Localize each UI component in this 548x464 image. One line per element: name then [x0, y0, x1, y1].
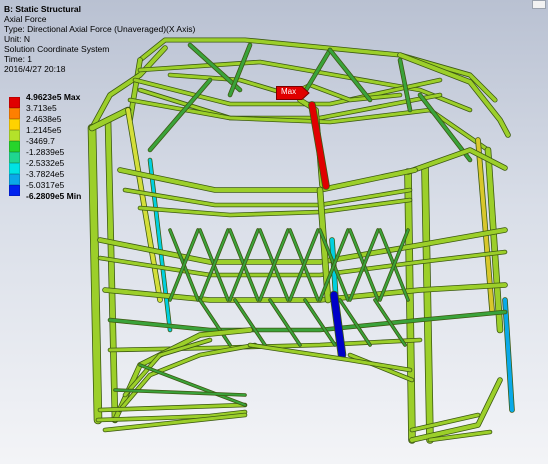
- deck-upper: [118, 168, 417, 192]
- max-probe-tag[interactable]: Max: [276, 86, 310, 100]
- legend-label: -2.5332e5: [26, 158, 65, 168]
- coordinate-system: Solution Coordinate System: [4, 44, 110, 54]
- lattice-brace: [269, 299, 301, 346]
- right-post-front: [405, 169, 415, 443]
- legend-label: -5.0317e5: [26, 180, 65, 190]
- legend-label: 1.2145e5: [26, 125, 62, 135]
- legend-row: 4.9623e5 Max: [9, 92, 149, 108]
- bottom-link2: [248, 343, 412, 372]
- legend-label: -1.2839e5: [26, 147, 65, 157]
- legend-label: -3469.7: [26, 136, 55, 146]
- result-info-block: B: Static Structural Axial Force Type: D…: [4, 4, 195, 74]
- result-date: 2016/4/27 20:18: [4, 64, 66, 74]
- legend-label: 4.9623e5 Max: [26, 92, 81, 102]
- legend-row: -3.7824e5: [9, 169, 149, 185]
- legend-label: 3.713e5: [26, 103, 57, 113]
- legend-row: 1.2145e5: [9, 125, 149, 141]
- lattice-brace: [304, 299, 336, 346]
- lattice-brace: [339, 299, 371, 346]
- color-legend[interactable]: 4.9623e5 Max 3.713e5 2.4638e5 1.2145e5 -3469…: [9, 92, 149, 202]
- analysis-title: B: Static Structural: [4, 4, 81, 14]
- legend-label: -6.2809e5 Min: [26, 191, 82, 201]
- result-type: Type: Directional Axial Force (Unaverage…: [4, 24, 196, 34]
- legend-label: -3.7824e5: [26, 169, 65, 179]
- graphics-viewport[interactable]: B: Static Structural Axial Force Type: D…: [0, 0, 548, 464]
- legend-row: 3.713e5: [9, 103, 149, 119]
- lattice-brace: [234, 299, 266, 346]
- legend-row: -2.5332e5: [9, 158, 149, 174]
- result-time: Time: 1: [4, 54, 33, 64]
- max-probe-label: Max: [281, 87, 297, 96]
- legend-row: -3469.7: [9, 136, 149, 152]
- legend-row: -1.2839e5: [9, 147, 149, 163]
- bottom-brace: [139, 364, 246, 406]
- legend-row: 2.4638e5: [9, 114, 149, 130]
- legend-label: 2.4638e5: [26, 114, 62, 124]
- result-unit: Unit: N: [4, 34, 30, 44]
- legend-row: -5.0317e5: [9, 180, 149, 196]
- result-name: Axial Force: [4, 14, 47, 24]
- lattice-brace: [199, 299, 231, 346]
- legend-row: -6.2809e5 Min: [9, 191, 149, 202]
